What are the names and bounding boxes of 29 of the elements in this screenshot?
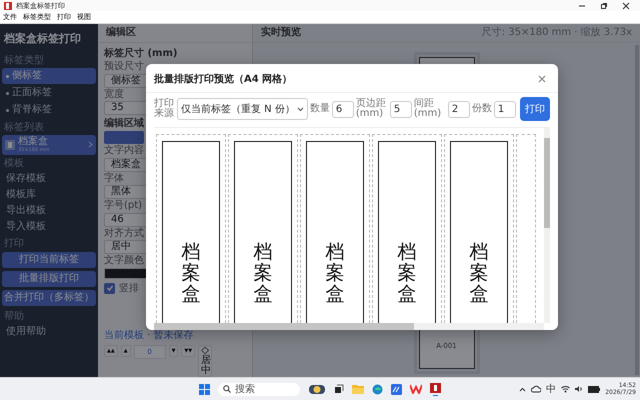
label-text: 档案盒 [254, 242, 272, 305]
field-label: 页边距(mm) [356, 98, 387, 120]
field-label: 文字颜色 [104, 255, 144, 266]
label-text: 档案盒 [470, 242, 488, 305]
section-heading: 模板 [4, 158, 25, 170]
app-name: 档案盒标签打印 [4, 31, 82, 46]
field-label: 数量 [310, 104, 330, 114]
section-heading: 标签尺寸 (mm) [104, 48, 178, 60]
section-heading: 打印 [4, 238, 25, 250]
panel-title: 实时预览 [261, 27, 301, 39]
checkbox-label: 竖排 [119, 282, 139, 294]
field-label: 宽度 [104, 88, 124, 100]
field-label: 字号(pt) [104, 200, 142, 212]
preview-info: 尺寸: 35×180 mm · 缩放 3.73x [482, 27, 632, 39]
field-label: 对齐方式 [104, 228, 144, 239]
section-heading: 标签类型 [4, 55, 45, 67]
panel-title: 编辑区 [98, 24, 252, 43]
label-text: 档案盒 [398, 242, 416, 305]
field-label: 间距(mm) [414, 98, 442, 120]
label-text: 档案盒 [182, 242, 200, 305]
field-label: 文字内容 [104, 145, 144, 156]
label-name: 档案盒 [18, 137, 49, 147]
field-label: 份数 [472, 104, 492, 114]
label-text: 档案盒 [326, 242, 344, 305]
section-heading: 编辑区域 [104, 118, 144, 130]
section-heading: 标签列表 [4, 122, 45, 134]
field-label: 预设尺寸 [104, 61, 144, 72]
section-heading: 帮助 [4, 310, 25, 323]
field-label: 字体 [104, 172, 124, 184]
